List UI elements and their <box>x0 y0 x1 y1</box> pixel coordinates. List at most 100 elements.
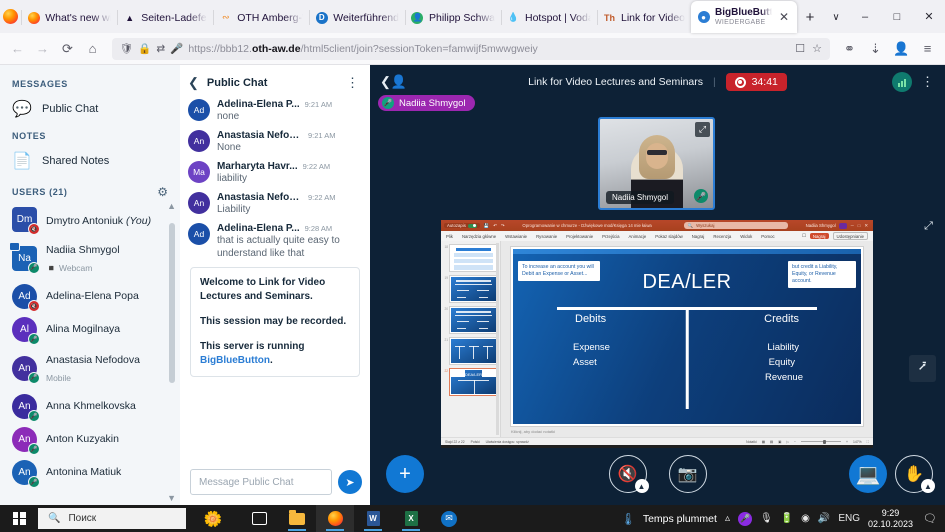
bigbluebutton-link[interactable]: BigBlueButton <box>200 355 270 366</box>
mail-icon[interactable]: ✉ <box>430 505 468 532</box>
volume-icon[interactable]: 🔊 <box>818 513 830 524</box>
downloads-icon[interactable]: ⇣ <box>864 37 887 60</box>
screenshare-button[interactable]: 💻 <box>849 455 887 493</box>
address-bar[interactable]: 🛡 🔒 ⇄ 🎤 https://bbb12.oth-aw.de/html5cli… <box>112 38 830 60</box>
bookmark-icon[interactable]: ☆ <box>812 42 822 55</box>
chevron-left-icon[interactable]: ❮ <box>188 75 199 91</box>
start-button[interactable] <box>0 505 38 532</box>
user-list-scrollbar[interactable] <box>168 223 176 491</box>
ribbon-tab-transitions[interactable]: Przejścia <box>602 234 619 239</box>
excel-icon[interactable]: X <box>392 505 430 532</box>
ribbon-tab-home[interactable]: Narzędzia główne <box>462 234 496 239</box>
recording-indicator[interactable]: 34:41 <box>726 73 787 91</box>
browser-tab-1[interactable]: What's new wi <box>21 2 117 33</box>
flowers-widget-icon[interactable]: 🌼 <box>186 505 240 532</box>
minimize-button[interactable]: – <box>849 0 881 33</box>
kebab-menu-icon[interactable]: ⋮ <box>921 74 935 90</box>
webcam-toggle-button[interactable]: 📷 <box>669 455 707 493</box>
sidebar-item-public-chat[interactable]: 💬 Public Chat <box>0 93 180 125</box>
word-icon[interactable]: W <box>354 505 392 532</box>
microphone-icon[interactable]: 🎤 <box>170 42 183 55</box>
list-item[interactable]: An 🎤 Anastasia Nefodova Mobile <box>0 346 180 390</box>
notification-icon[interactable]: 🗨 <box>921 512 937 525</box>
ribbon-tab-view[interactable]: Widok <box>740 234 752 239</box>
chat-input[interactable]: Message Public Chat <box>190 469 332 495</box>
talking-indicator[interactable]: 🎤 Nadiia Shmygol <box>378 95 475 111</box>
wifi-icon[interactable]: ◉ <box>801 513 810 524</box>
thumbnails-scrollbar[interactable] <box>496 243 499 435</box>
forward-button[interactable]: → <box>31 37 54 60</box>
list-item[interactable]: 21 <box>443 337 498 365</box>
sidebar-item-shared-notes[interactable]: 📄 Shared Notes <box>0 145 180 177</box>
language-indicator[interactable]: ENG <box>838 513 860 524</box>
slide-thumbnail[interactable] <box>449 337 498 365</box>
close-icon[interactable]: ✕ <box>777 10 791 24</box>
search-input[interactable]: 🔍 Поиск <box>38 508 186 529</box>
list-item[interactable]: Na 🎤 Nadiia Shmygol ◾ Webcam <box>0 236 180 280</box>
lock-icon[interactable]: 🔒 <box>138 42 151 55</box>
browser-tab-5[interactable]: 👤 Philipp Schwar <box>405 2 501 33</box>
list-item[interactable]: 19 <box>443 275 498 303</box>
webcam-tile[interactable]: ⤢ Nadiia Shmygol 🎤 <box>598 117 715 210</box>
task-view-icon[interactable] <box>240 505 278 532</box>
gear-icon[interactable]: ⚙ <box>157 185 168 199</box>
clock[interactable]: 9:29 02.10.2023 <box>868 508 913 530</box>
comments-icon[interactable]: ☐ <box>802 233 806 239</box>
slide-thumbnail-selected[interactable]: DEA/LER <box>449 368 498 396</box>
close-button[interactable]: ✕ <box>913 0 945 33</box>
scroll-down-icon[interactable]: ▼ <box>167 493 176 503</box>
ribbon-tab-slideshow[interactable]: Pokaz slajdów <box>655 234 682 239</box>
restore-down-icon[interactable]: ⭷ <box>909 355 936 382</box>
ribbon-tab-help[interactable]: Pomoc <box>761 234 774 239</box>
list-item[interactable]: Ad 🔇 Adelina-Elena Popa <box>0 280 180 313</box>
menu-icon[interactable]: ≡ <box>916 37 939 60</box>
battery-icon[interactable]: 🔋 <box>781 513 793 524</box>
pocket-icon[interactable]: ⚭ <box>838 37 861 60</box>
share-button[interactable]: Udostępnianie <box>833 232 868 240</box>
minimize-button[interactable]: ─ <box>851 223 854 229</box>
ribbon-tab-animations[interactable]: Animacje <box>629 234 647 239</box>
chat-scrollbar[interactable] <box>362 101 370 458</box>
permissions-icon[interactable]: ⇄ <box>156 43 165 55</box>
new-tab-button[interactable]: + <box>797 2 823 33</box>
slide-thumbnail[interactable] <box>449 306 498 334</box>
expand-icon[interactable]: ⤢ <box>920 218 937 235</box>
chevron-up-icon[interactable]: ▲ <box>921 479 935 493</box>
search-input[interactable]: 🔍 Wyszukaj <box>684 222 788 229</box>
home-button[interactable]: ⌂ <box>81 37 104 60</box>
browser-tab-3[interactable]: ∾ OTH Amberg-W <box>213 2 309 33</box>
account-icon[interactable]: 👤 <box>890 37 913 60</box>
kebab-menu-icon[interactable]: ⋮ <box>346 75 360 91</box>
maximize-button[interactable]: □ <box>858 223 861 229</box>
raise-hand-button[interactable]: ✋ ▲ <box>895 455 933 493</box>
redo-icon[interactable]: ↷ <box>501 223 505 229</box>
zoom-slider[interactable] <box>801 441 841 442</box>
list-item[interactable]: An 🎤 Antonina Matiuk <box>0 456 180 489</box>
list-item[interactable]: Dm 🔇 Dmytro Antoniuk (You) <box>0 203 180 236</box>
send-icon[interactable]: ➤ <box>338 470 362 494</box>
browser-tab-2[interactable]: ▲ Seiten-Ladefeh <box>117 2 213 33</box>
ribbon-tab-design[interactable]: Projektowanie <box>566 234 593 239</box>
chat-messages[interactable]: Ad Adelina-Elena P... 9:21 AM none An An… <box>180 99 370 460</box>
scroll-up-icon[interactable]: ▲ <box>167 201 176 211</box>
weather-widget[interactable]: 🌡 Temps plummet <box>621 512 717 526</box>
list-item[interactable]: 20 <box>443 306 498 334</box>
maximize-button[interactable]: □ <box>881 0 913 33</box>
list-item[interactable]: 22 DEA/LER <box>443 368 498 396</box>
back-button[interactable]: ← <box>6 37 29 60</box>
folder-icon[interactable] <box>278 505 316 532</box>
list-item[interactable]: An 🎤 Anna Khmelkovska <box>0 390 180 423</box>
browser-tab-8-active[interactable]: ● BigBlueButt WIEDERGABE ✕ <box>691 1 797 33</box>
reader-icon[interactable]: ☐ <box>795 42 805 55</box>
notes-placeholder[interactable]: Kliknij, aby dodać notatki <box>510 427 864 434</box>
firefox-icon[interactable] <box>316 505 354 532</box>
connection-bars-icon[interactable] <box>892 72 912 92</box>
mute-toggle-button[interactable]: 🔇 ▲ <box>609 455 647 493</box>
chevron-up-icon[interactable]: ▵ <box>725 513 730 524</box>
list-item[interactable]: An 🎤 Anton Kuzyakin <box>0 423 180 456</box>
close-button[interactable]: ✕ <box>864 223 868 229</box>
slide-thumbnail[interactable] <box>449 275 498 303</box>
browser-tab-4[interactable]: D Weiterführend <box>309 2 405 33</box>
slide-thumbnails[interactable]: 18 19 <box>441 241 501 437</box>
mic-device-icon[interactable]: 🎙 <box>760 513 773 524</box>
